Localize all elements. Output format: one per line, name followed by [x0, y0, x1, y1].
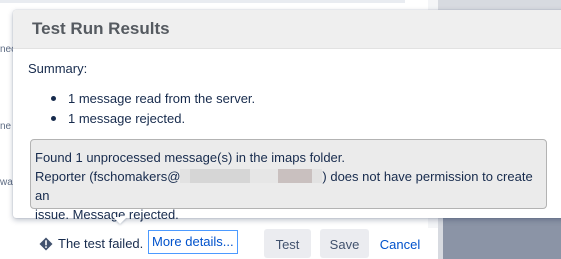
message-line: issue. Message rejected.	[35, 207, 179, 222]
redacted-block	[190, 169, 251, 183]
dialog-title: Test Run Results	[32, 19, 170, 38]
background-cropped-text: nec	[0, 44, 14, 55]
background-cropped-text: ne a	[0, 121, 14, 132]
warning-icon	[39, 237, 53, 251]
background-top-strip	[0, 0, 405, 3]
cancel-button[interactable]: Cancel	[373, 229, 427, 258]
message-line: Reporter (fschomakers@) does not have pe…	[35, 167, 542, 205]
redacted-block	[312, 169, 323, 183]
dialog-caret	[113, 217, 127, 224]
message-line: Found 1 unprocessed message(s) in the im…	[35, 150, 346, 165]
dialog-header: Test Run Results	[13, 10, 561, 49]
summary-item-text: 1 message rejected.	[68, 111, 186, 126]
redacted-block	[180, 169, 191, 183]
test-button[interactable]: Test	[264, 229, 311, 258]
summary-item: 1 message read from the server.	[51, 89, 255, 109]
test-results-dialog: Test Run Results Summary: 1 message read…	[13, 10, 561, 222]
redacted-block	[278, 169, 313, 183]
summary-label: Summary:	[28, 61, 88, 76]
save-button[interactable]: Save	[320, 229, 369, 258]
redacted-block	[250, 169, 279, 183]
error-message-box: Found 1 unprocessed message(s) in the im…	[30, 139, 547, 222]
background-cropped-text: wa	[0, 177, 13, 188]
bullet-icon	[51, 116, 56, 121]
bullet-icon	[51, 96, 56, 101]
more-details-link[interactable]: More details...	[148, 230, 238, 254]
summary-item-text: 1 message read from the server.	[68, 91, 256, 106]
summary-item: 1 message rejected.	[51, 109, 255, 129]
status-text: The test failed.	[58, 236, 144, 251]
summary-list: 1 message read from the server. 1 messag…	[51, 89, 255, 129]
message-line-prefix: Reporter (fschomakers@	[35, 169, 181, 184]
